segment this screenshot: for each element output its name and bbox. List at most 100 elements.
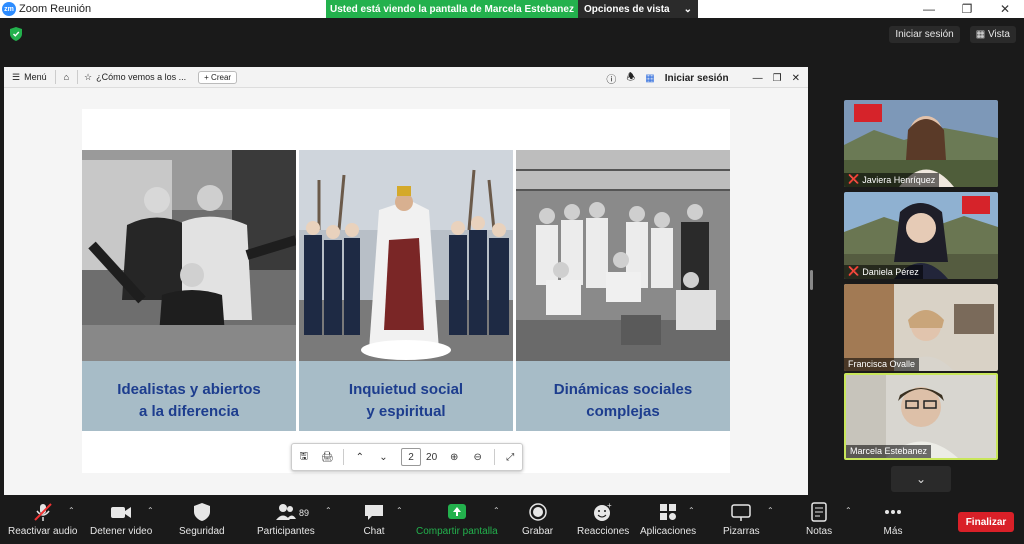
window-restore-icon[interactable]: ❐ (773, 73, 782, 84)
chat-options-caret-icon[interactable]: ⌃ (396, 506, 403, 515)
notes-button[interactable]: Notas (806, 502, 832, 537)
help-icon[interactable]: ⓘ (606, 71, 616, 86)
view-label: Vista (987, 29, 1010, 40)
security-button[interactable]: Seguridad (179, 502, 225, 537)
record-icon (528, 503, 547, 521)
participant-name-label: Francisca Ovalle (844, 358, 920, 371)
record-label: Grabar (522, 526, 554, 537)
chevron-down-icon: ⌄ (683, 3, 692, 15)
apps-label: Aplicaciones (640, 526, 697, 537)
document-tab[interactable]: ☆ ¿Cómo vemos a los ... (78, 72, 192, 83)
reactions-button[interactable]: + Reacciones (577, 502, 629, 537)
record-button[interactable]: Grabar (522, 502, 553, 537)
caption-line-2: complejas (586, 403, 660, 420)
save-icon[interactable]: 🖫 (292, 449, 316, 466)
menu-button[interactable]: ☰ Menú (4, 70, 56, 84)
svg-text:+: + (607, 502, 612, 510)
chat-bubble-icon (365, 505, 383, 520)
share-options-caret-icon[interactable]: ⌃ (493, 506, 500, 515)
participant-name: Daniela Pérez (862, 266, 919, 277)
star-icon[interactable]: ☆ (84, 72, 92, 83)
next-page-icon[interactable]: ⌄ (372, 452, 396, 463)
page-total: 20 (426, 451, 438, 463)
participant-video-2[interactable]: ❌ Daniela Pérez (844, 192, 998, 279)
audio-options-caret-icon[interactable]: ⌃ (68, 506, 75, 515)
participants-options-caret-icon[interactable]: ⌃ (325, 506, 332, 515)
shared-screen: ☰ Menú ⌂ ☆ ¿Cómo vemos a los ... + Crear… (4, 67, 808, 495)
participants-icon (275, 504, 296, 520)
participant-video-3[interactable]: Francisca Ovalle (844, 284, 998, 371)
print-icon[interactable]: 🖨 (316, 452, 340, 463)
sign-in-button[interactable]: Iniciar sesión (889, 26, 960, 43)
share-screen-button[interactable]: Compartir pantalla (416, 502, 498, 537)
caption-line-1: Idealistas y abiertos (117, 381, 261, 398)
app-title: Zoom Reunión (19, 3, 92, 15)
participant-video-4-active-speaker[interactable]: Marcela Estebanez (844, 373, 998, 460)
share-status-message: Usted está viendo la pantalla de Marcela… (326, 0, 578, 18)
caption-line-2: a la diferencia (138, 403, 240, 420)
panel-caption: Inquietud social y espiritual (299, 366, 513, 436)
shared-app-toolbar: ☰ Menú ⌂ ☆ ¿Cómo vemos a los ... + Crear… (4, 67, 808, 88)
apps-icon (660, 504, 677, 520)
separator (493, 449, 495, 465)
previous-page-icon[interactable]: ⌃ (348, 452, 372, 463)
home-icon[interactable]: ⌂ (56, 70, 79, 84)
end-meeting-button[interactable]: Finalizar (958, 512, 1014, 532)
chevron-down-icon: ⌄ (915, 472, 927, 486)
participant-name-label: ❌ Daniela Pérez (844, 265, 923, 279)
bell-icon[interactable]: 🕭 (626, 70, 635, 87)
notes-label: Notas (806, 526, 833, 537)
caption-line-2: y espiritual (366, 403, 446, 420)
maximize-icon[interactable]: ❐ (948, 0, 986, 18)
stop-video-button[interactable]: Detener video (90, 502, 152, 537)
scroll-participants-down-button[interactable]: ⌄ (891, 466, 951, 492)
apps-grid-icon[interactable]: ▦ (645, 73, 654, 84)
encryption-shield-icon[interactable] (10, 27, 22, 41)
participant-name: Marcela Estebanez (850, 446, 928, 456)
create-button[interactable]: + Crear (198, 70, 238, 84)
participant-name-label: ❌ Javiera Henríquez (844, 173, 940, 187)
participant-video-1[interactable]: ❌ Javiera Henríquez (844, 100, 998, 187)
window-close-icon[interactable]: ✕ (792, 73, 800, 84)
shared-app-sign-in[interactable]: Iniciar sesión (665, 73, 729, 84)
apps-options-caret-icon[interactable]: ⌃ (688, 506, 695, 515)
zoom-in-icon[interactable]: ⊕ (442, 452, 466, 463)
window-minimize-icon[interactable]: — (753, 73, 763, 84)
more-label: Más (883, 526, 903, 537)
shield-icon (193, 503, 210, 521)
panel-idealistas: Idealistas y abiertos a la diferencia (82, 150, 298, 431)
create-label: Crear (211, 72, 232, 82)
video-options-caret-icon[interactable]: ⌃ (147, 506, 154, 515)
photo-students-bw (82, 150, 298, 361)
photo-students-procession (299, 150, 513, 361)
zoom-out-icon[interactable]: ⊖ (466, 452, 490, 463)
participants-label: Participantes (257, 526, 315, 537)
whiteboards-label: Pizarras (723, 526, 760, 537)
chat-button[interactable]: Chat (363, 502, 385, 537)
pdf-toolbar: 🖫 🖨 ⌃ ⌄ 2 20 ⊕ ⊖ ⤢ (291, 443, 523, 471)
shared-app-right-controls: ⓘ 🕭 ▦ Iniciar sesión — ❐ ✕ (606, 70, 800, 87)
more-button[interactable]: Más (882, 502, 904, 537)
view-options-button[interactable]: Opciones de vista ⌄ (578, 0, 698, 18)
video-camera-icon (111, 507, 132, 518)
collapse-icon[interactable]: ⤢ (498, 452, 522, 463)
panel-caption: Idealistas y abiertos a la diferencia (82, 366, 296, 436)
page-number-input[interactable]: 2 (401, 448, 421, 466)
smiley-plus-icon: + (594, 502, 612, 521)
notes-options-caret-icon[interactable]: ⌃ (845, 506, 852, 515)
share-banner: Usted está viendo la pantalla de Marcela… (326, 0, 698, 18)
meeting-controls-bar: Reactivar audio ⌃ Detener video ⌃ Seguri… (0, 496, 1024, 544)
minimize-icon[interactable]: — (910, 0, 948, 18)
view-button[interactable]: ▦ Vista (969, 26, 1016, 43)
document-page: Idealistas y abiertos a la diferencia In… (82, 109, 730, 473)
close-icon[interactable]: ✕ (986, 0, 1024, 18)
whiteboards-button[interactable]: Pizarras (723, 502, 760, 537)
tab-title: ¿Cómo vemos a los ... (96, 72, 187, 82)
whiteboards-options-caret-icon[interactable]: ⌃ (767, 506, 774, 515)
reactions-label: Reacciones (577, 526, 630, 537)
share-screen-label: Compartir pantalla (416, 526, 498, 537)
separator (343, 449, 345, 465)
panel-resize-handle[interactable] (810, 270, 813, 290)
share-screen-icon (447, 504, 466, 519)
muted-mic-icon: ❌ (848, 266, 860, 276)
